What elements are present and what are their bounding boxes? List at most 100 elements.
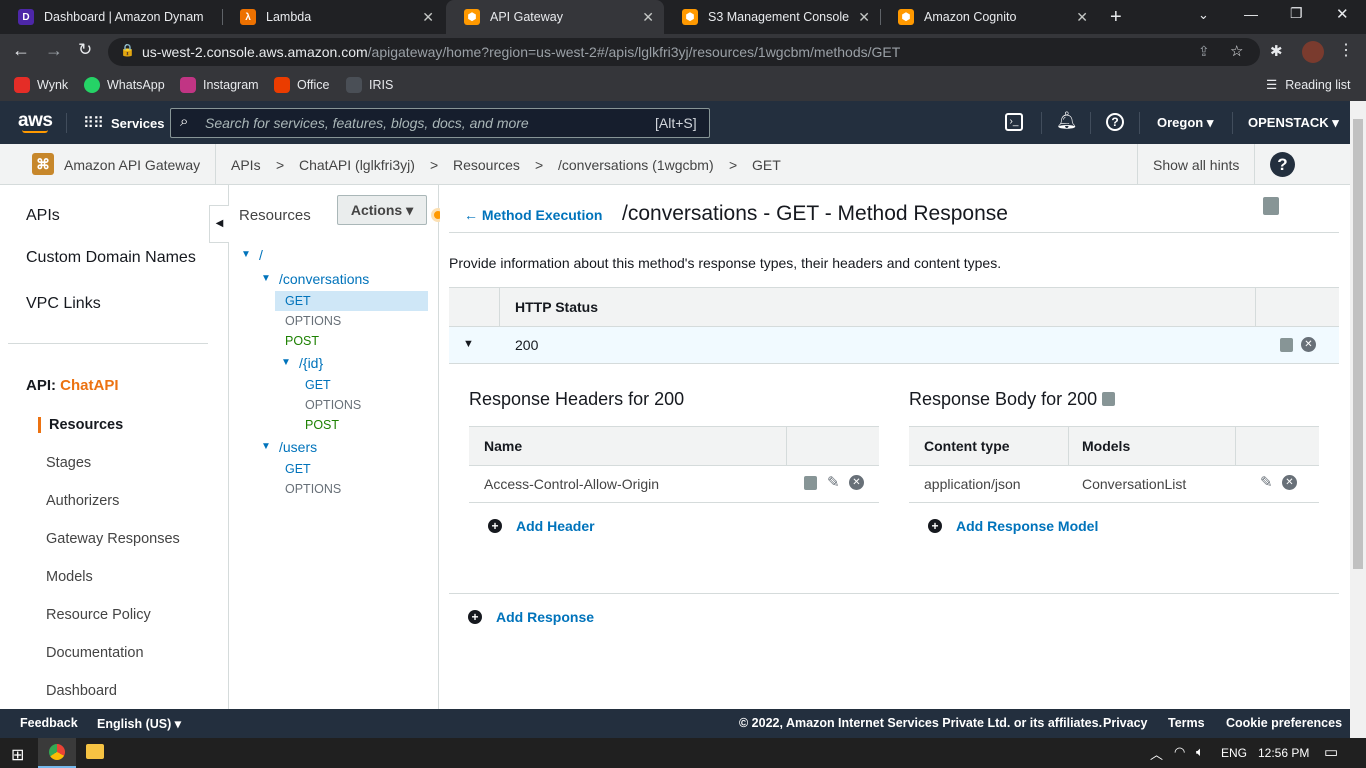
bookmark-iris[interactable]: IRIS [346, 77, 393, 93]
tab-search-icon[interactable]: ⌄ [1198, 7, 1209, 23]
close-icon[interactable]: ✕ [1076, 9, 1088, 26]
remove-icon[interactable]: ✕ [849, 475, 864, 490]
browser-tab-dynamodb[interactable]: D Dashboard | Amazon Dynam [0, 0, 222, 34]
close-icon[interactable]: ✕ [858, 9, 870, 26]
clock[interactable]: 12:56 PM [1258, 746, 1309, 760]
collapse-caret-icon[interactable]: ▼ [463, 338, 474, 350]
bookmark-office[interactable]: Office [274, 77, 329, 93]
book-icon[interactable] [804, 476, 817, 490]
nav-vpc-links[interactable]: VPC Links [26, 295, 101, 313]
browser-tab-s3[interactable]: ⬢ S3 Management Console ✕ [664, 0, 880, 34]
minimize-icon[interactable]: — [1244, 6, 1258, 22]
tree-id-get[interactable]: GET [305, 378, 331, 392]
tree-id[interactable]: /{id} [299, 355, 323, 371]
bookmark-whatsapp[interactable]: WhatsApp [84, 77, 165, 93]
status-row-200[interactable]: ▼ 200 ✕ [449, 327, 1339, 364]
help-icon[interactable]: ? [1106, 113, 1124, 131]
expand-caret-icon[interactable]: ▼ [241, 249, 251, 260]
windows-start-icon[interactable]: ⊞ [11, 745, 24, 765]
nav-authorizers[interactable]: Authorizers [46, 493, 119, 509]
account-menu[interactable]: OPENSTACK ▾ [1248, 115, 1339, 131]
volume-icon[interactable]: 🔈︎ [1196, 744, 1204, 760]
browser-tab-lambda[interactable]: λ Lambda ✕ [222, 0, 444, 34]
cookie-preferences-link[interactable]: Cookie preferences [1226, 716, 1342, 730]
close-icon[interactable]: ✕ [642, 9, 654, 26]
window-close-icon[interactable]: ✕ [1336, 5, 1349, 23]
language-selector[interactable]: English (US) ▾ [97, 716, 181, 731]
tree-id-options[interactable]: OPTIONS [305, 398, 361, 412]
forward-icon[interactable]: → [45, 40, 63, 61]
expand-caret-icon[interactable]: ▼ [281, 357, 291, 368]
show-hints-button[interactable]: Show all hints [1153, 157, 1239, 173]
tree-users-get[interactable]: GET [285, 462, 311, 476]
page-scrollbar[interactable] [1350, 101, 1366, 738]
nav-custom-domain-names[interactable]: Custom Domain Names [26, 249, 196, 267]
tree-id-post[interactable]: POST [305, 418, 339, 432]
scrollbar-thumb[interactable] [1353, 119, 1363, 569]
back-icon[interactable]: ← [12, 40, 30, 61]
tree-conv-get[interactable]: GET [285, 294, 311, 308]
tree-conv-post[interactable]: POST [285, 334, 319, 348]
services-menu[interactable]: ⠿⠿ Services [83, 114, 164, 132]
breadcrumb-resources[interactable]: Resources [453, 157, 520, 173]
nav-documentation[interactable]: Documentation [46, 645, 144, 661]
menu-icon[interactable]: ⋮ [1338, 40, 1354, 60]
edit-icon[interactable]: ✎ [1260, 473, 1273, 491]
chevron-up-icon[interactable]: ︿ [1150, 744, 1163, 763]
help-icon[interactable]: ? [1270, 152, 1295, 177]
method-execution-link[interactable]: ← Method Execution [464, 207, 602, 223]
remove-icon[interactable]: ✕ [1301, 337, 1316, 352]
actions-button[interactable]: Actions ▾ [337, 195, 427, 225]
browser-tab-cognito[interactable]: ⬢ Amazon Cognito ✕ [880, 0, 1098, 34]
add-response-button[interactable]: + Add Response [468, 609, 594, 625]
nav-resources[interactable]: Resources [49, 417, 123, 433]
breadcrumb-apis[interactable]: APIs [231, 157, 261, 173]
input-language[interactable]: ENG [1221, 746, 1247, 760]
book-icon[interactable] [1280, 338, 1293, 352]
bell-icon[interactable]: 🔔︎ [1056, 111, 1078, 131]
tree-conv-options[interactable]: OPTIONS [285, 314, 341, 328]
breadcrumb-resource[interactable]: /conversations (1wgcbm) [558, 157, 714, 173]
tree-users-options[interactable]: OPTIONS [285, 482, 341, 496]
share-icon[interactable]: ⇪ [1198, 43, 1210, 60]
reload-icon[interactable]: ↻ [78, 40, 92, 60]
aws-logo[interactable]: aws [18, 110, 53, 132]
add-header-button[interactable]: + Add Header [488, 518, 595, 534]
bookmark-instagram[interactable]: Instagram [180, 77, 259, 93]
address-bar[interactable]: 🔒 us-west-2.console.aws.amazon.com/apiga… [108, 38, 1260, 66]
file-explorer-icon[interactable] [86, 744, 104, 759]
wifi-icon[interactable]: ◠ [1174, 744, 1185, 760]
collapse-nav-icon[interactable]: ◀ [209, 205, 229, 243]
edit-icon[interactable]: ✎ [827, 473, 840, 491]
browser-tab-api-gateway[interactable]: ⬢ API Gateway ✕ [446, 0, 664, 34]
add-response-model-button[interactable]: + Add Response Model [928, 518, 1098, 534]
nav-apis[interactable]: APIs [26, 207, 60, 225]
new-tab-icon[interactable]: + [1110, 6, 1122, 29]
nav-resource-policy[interactable]: Resource Policy [46, 607, 151, 623]
expand-caret-icon[interactable]: ▼ [261, 441, 271, 452]
nav-models[interactable]: Models [46, 569, 93, 585]
expand-caret-icon[interactable]: ▼ [261, 273, 271, 284]
remove-icon[interactable]: ✕ [1282, 475, 1297, 490]
privacy-link[interactable]: Privacy [1103, 716, 1147, 730]
feedback-link[interactable]: Feedback [20, 716, 78, 730]
star-icon[interactable]: ☆ [1230, 42, 1243, 60]
nav-stages[interactable]: Stages [46, 455, 91, 471]
restore-icon[interactable]: ❐ [1290, 5, 1303, 22]
book-icon[interactable] [1263, 197, 1279, 215]
profile-avatar[interactable] [1302, 41, 1324, 63]
reading-list-button[interactable]: ☰ Reading list [1266, 77, 1351, 93]
nav-dashboard[interactable]: Dashboard [46, 683, 117, 699]
terms-link[interactable]: Terms [1168, 716, 1205, 730]
tree-root[interactable]: / [259, 247, 263, 263]
region-selector[interactable]: Oregon ▾ [1157, 115, 1213, 131]
search-input[interactable]: ⌕ Search for services, features, blogs, … [170, 108, 710, 138]
breadcrumb-api[interactable]: ChatAPI (lglkfri3yj) [299, 157, 415, 173]
service-name[interactable]: Amazon API Gateway [64, 157, 200, 173]
api-name[interactable]: ChatAPI [60, 377, 118, 394]
bookmark-wynk[interactable]: Wynk [14, 77, 68, 93]
cloudshell-icon[interactable]: ›_ [1005, 113, 1023, 131]
chrome-taskbar-button[interactable] [38, 738, 76, 768]
extensions-icon[interactable]: ✱ [1270, 42, 1283, 60]
tree-conversations[interactable]: /conversations [279, 271, 369, 287]
